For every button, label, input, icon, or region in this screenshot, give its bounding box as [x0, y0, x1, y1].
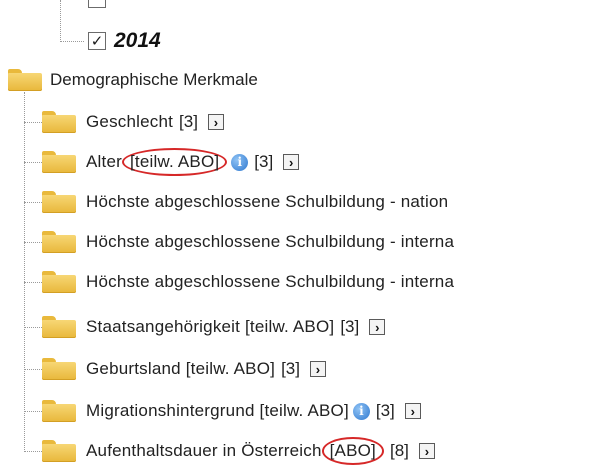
- tree-item-bildung-international-1[interactable]: Höchste abgeschlossene Schulbildung - in…: [42, 224, 454, 260]
- abo-highlight: [ABO]: [321, 437, 384, 465]
- tree-item-label: Höchste abgeschlossene Schulbildung - na…: [86, 192, 449, 211]
- tree-item-label: Alter: [86, 152, 122, 171]
- tree-connector: [24, 369, 42, 370]
- expand-arrow-icon[interactable]: ›: [309, 361, 326, 377]
- tree-connector: [24, 451, 42, 452]
- item-count: [3]: [340, 317, 360, 336]
- year-checkbox[interactable]: ✓: [88, 32, 106, 50]
- expand-arrow-icon[interactable]: ›: [369, 319, 386, 335]
- tree-item-label: Aufenthaltsdauer in Österreich: [86, 441, 322, 460]
- tree-root[interactable]: Demographische Merkmale: [8, 62, 258, 98]
- tree-item-geschlecht[interactable]: Geschlecht [3] ›: [42, 104, 224, 140]
- item-count: [3]: [179, 112, 198, 131]
- item-count: [3]: [375, 401, 395, 420]
- category-tree: ✓ 2014 Demographische Merkmale Geschlech…: [0, 0, 607, 472]
- year-label: 2014: [114, 29, 161, 52]
- expand-arrow-icon[interactable]: ›: [283, 154, 300, 170]
- tree-item-label: Geburtsland [teilw. ABO]: [86, 359, 276, 378]
- folder-icon: [42, 231, 76, 253]
- folder-icon: [42, 316, 76, 338]
- folder-icon: [42, 111, 76, 133]
- tree-item-bildung-international-2[interactable]: Höchste abgeschlossene Schulbildung - in…: [42, 264, 454, 300]
- tree-item-label: Geschlecht: [86, 112, 174, 131]
- tree-connector: [24, 242, 42, 243]
- folder-icon: [42, 358, 76, 380]
- folder-icon: [42, 191, 76, 213]
- tree-item-migrationshintergrund[interactable]: Migrationshintergrund [teilw. ABO] i [3]…: [42, 393, 421, 429]
- tree-item-label: Höchste abgeschlossene Schulbildung - in…: [86, 232, 455, 251]
- tree-item-label: Migrationshintergrund [teilw. ABO]: [86, 401, 349, 420]
- info-icon[interactable]: i: [231, 153, 249, 171]
- tree-item-label: Staatsangehörigkeit [teilw. ABO]: [86, 317, 335, 336]
- tree-connector: [24, 162, 42, 163]
- item-count: [8]: [389, 441, 409, 460]
- expand-arrow-icon[interactable]: ›: [418, 443, 435, 459]
- tree-connector: [24, 202, 42, 203]
- item-count: [3]: [254, 152, 274, 171]
- tree-item-staatsangehoerigkeit[interactable]: Staatsangehörigkeit [teilw. ABO] [3] ›: [42, 309, 386, 345]
- expand-arrow-icon[interactable]: ›: [207, 114, 224, 130]
- tree-connector: [24, 122, 42, 123]
- tree-connector: [24, 411, 42, 412]
- folder-icon: [8, 69, 42, 91]
- folder-icon: [42, 440, 76, 462]
- folder-icon: [42, 400, 76, 422]
- abo-highlight: [teilw. ABO]: [121, 148, 228, 176]
- tree-item-bildung-national[interactable]: Höchste abgeschlossene Schulbildung - na…: [42, 184, 448, 220]
- folder-icon: [42, 151, 76, 173]
- previous-checkbox[interactable]: [88, 0, 106, 8]
- folder-icon: [42, 271, 76, 293]
- item-count: [3]: [281, 359, 300, 378]
- tree-item-geburtsland[interactable]: Geburtsland [teilw. ABO] [3] ›: [42, 351, 326, 387]
- tree-connector: [60, 41, 84, 42]
- tree-root-label: Demographische Merkmale: [50, 70, 258, 89]
- tree-item-alter[interactable]: Alter [teilw. ABO] i [3] ›: [42, 144, 300, 180]
- info-icon[interactable]: i: [352, 402, 370, 420]
- tree-connector: [24, 282, 42, 283]
- tree-item-label: Höchste abgeschlossene Schulbildung - in…: [86, 272, 455, 291]
- year-item[interactable]: ✓ 2014: [88, 23, 161, 59]
- tree-connector: [60, 0, 61, 42]
- tree-connector: [24, 327, 42, 328]
- tree-item-aufenthaltsdauer[interactable]: Aufenthaltsdauer in Österreich [ABO] [8]…: [42, 433, 435, 469]
- tree-connector: [24, 92, 25, 452]
- expand-arrow-icon[interactable]: ›: [404, 403, 421, 419]
